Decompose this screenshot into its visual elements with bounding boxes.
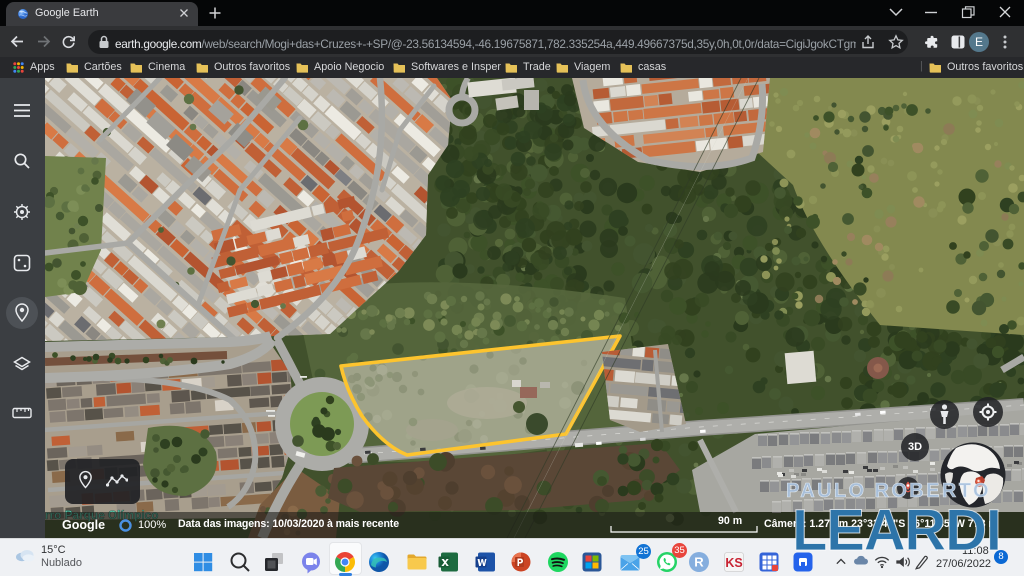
svg-text:KS: KS — [725, 556, 742, 570]
svg-text:R: R — [694, 555, 704, 570]
